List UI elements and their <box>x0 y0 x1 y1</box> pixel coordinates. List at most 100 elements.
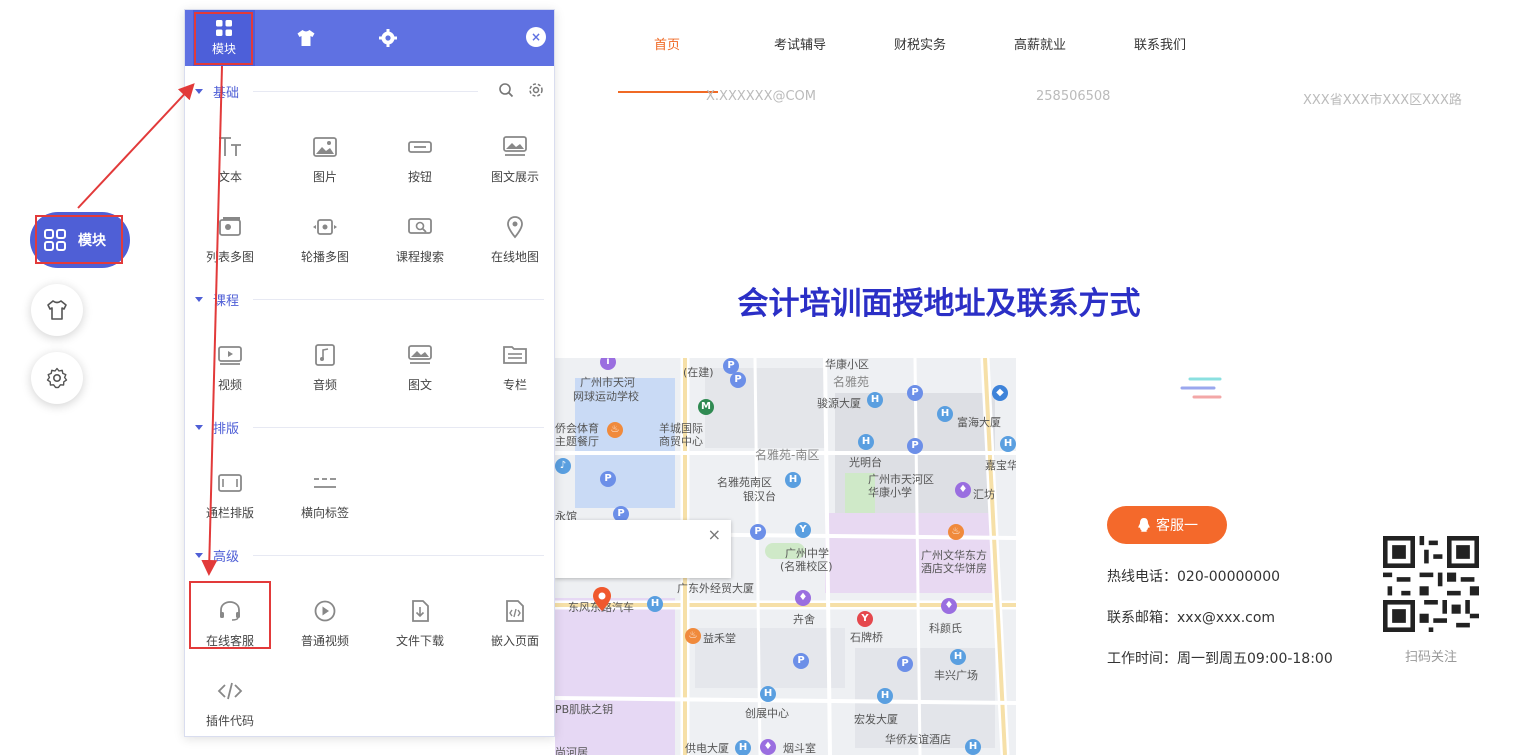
hours-text: 工作时间：周一到周五09:00-18:00 <box>1107 651 1333 667</box>
section-advanced-label: 高级 <box>213 549 240 565</box>
gear-icon[interactable] <box>528 82 544 98</box>
audio-icon <box>315 344 335 366</box>
module-label: 图文展示 <box>490 170 539 184</box>
highlight-box-online-service <box>189 581 271 649</box>
map-label: 商贸中心 <box>659 435 703 448</box>
nav-active-underline <box>618 91 718 93</box>
module-label: 课程搜索 <box>395 250 444 264</box>
module-label: 图文 <box>407 378 432 392</box>
module-label: 列表多图 <box>205 250 254 264</box>
map-marker-icon[interactable] <box>592 586 612 612</box>
module-button[interactable]: 按钮 <box>375 135 465 185</box>
module-online-map[interactable]: 在线地图 <box>470 215 554 265</box>
module-label: 在线地图 <box>490 250 539 264</box>
section-basic-header[interactable]: 基础 <box>195 81 544 101</box>
module-normal-video[interactable]: 普通视频 <box>280 599 370 649</box>
file-download-icon <box>412 600 429 622</box>
map-label: 宏发大厦 <box>854 713 898 726</box>
module-list-images[interactable]: 列表多图 <box>185 215 275 265</box>
module-image-text[interactable]: 图文展示 <box>470 135 554 185</box>
map-label: PB肌肤之钥 <box>555 703 614 716</box>
customer-service-button[interactable]: 客服一 <box>1107 506 1227 544</box>
module-carousel[interactable]: 轮播多图 <box>280 215 370 265</box>
theme-float-button[interactable] <box>31 284 83 336</box>
highlight-box-modules-tab <box>194 12 253 65</box>
map-label: 嘉宝华 <box>985 459 1016 472</box>
nav-item-contact[interactable]: 联系我们 <box>1134 34 1254 53</box>
map-label: 华康小区 <box>825 358 869 371</box>
section-advanced-header[interactable]: 高级 <box>195 545 544 565</box>
section-layout-label: 排版 <box>213 421 240 437</box>
panel-close-button[interactable]: × <box>526 27 546 47</box>
button-icon <box>408 141 432 153</box>
gear-icon <box>46 367 68 389</box>
map-label: 骏源大厦 <box>817 397 861 410</box>
module-graphic[interactable]: 图文 <box>375 343 465 393</box>
nav-item-exam[interactable]: 考试辅导 <box>774 34 894 53</box>
nav-item-home[interactable]: 首页 <box>654 34 774 53</box>
course-search-icon <box>408 218 432 234</box>
module-text[interactable]: 文本 <box>185 135 275 185</box>
map-label: 名雅苑-南区 <box>755 448 820 462</box>
tab-settings[interactable] <box>357 10 419 66</box>
module-label: 横向标签 <box>300 506 349 520</box>
module-column[interactable]: 专栏 <box>470 343 554 393</box>
qr-caption: 扫码关注 <box>1404 650 1457 665</box>
module-label: 按钮 <box>407 170 432 184</box>
section-course-label: 课程 <box>213 293 240 309</box>
tab-theme[interactable] <box>275 10 337 66</box>
graphic-icon <box>408 345 432 364</box>
module-course-search[interactable]: 课程搜索 <box>375 215 465 265</box>
qr-code <box>1383 536 1479 632</box>
map-label: (在建) <box>683 366 714 379</box>
email-text: 联系邮箱：xxx@xxx.com <box>1107 610 1276 626</box>
module-label: 通栏排版 <box>205 506 254 520</box>
gear-icon <box>379 29 397 47</box>
module-horizontal-tabs[interactable]: 横向标签 <box>280 471 370 521</box>
module-label: 插件代码 <box>205 714 254 728</box>
horizontal-tabs-icon <box>314 478 336 488</box>
map-label: 供电大厦 <box>685 742 729 755</box>
nav-item-jobs[interactable]: 高薪就业 <box>1014 34 1134 53</box>
search-icon[interactable] <box>498 82 514 98</box>
map-label: (名雅校区) <box>780 560 833 573</box>
tshirt-icon <box>47 300 67 320</box>
image-icon <box>313 137 337 157</box>
map-label: 石牌桥 <box>850 631 883 644</box>
popup-close-icon[interactable]: × <box>708 525 721 544</box>
list-images-icon <box>219 217 241 236</box>
map-label: 尚河居 <box>555 746 588 755</box>
tshirt-icon <box>297 30 315 46</box>
code-icon <box>217 682 243 700</box>
module-image[interactable]: 图片 <box>280 135 370 185</box>
module-label: 视频 <box>217 378 242 392</box>
map-label: 华康小学 <box>868 486 912 499</box>
carousel-icon <box>313 219 337 235</box>
qq-icon <box>1138 518 1150 532</box>
map-info-popup: × <box>555 520 731 578</box>
contact-strip-address: XXX省XXX市XXX区XXX路 <box>1303 93 1462 108</box>
module-audio[interactable]: 音频 <box>280 343 370 393</box>
module-banner-layout[interactable]: 通栏排版 <box>185 471 275 521</box>
module-label: 专栏 <box>502 378 527 392</box>
play-circle-icon <box>314 600 336 622</box>
highlight-box-module-toggle <box>35 215 123 264</box>
module-label: 文件下载 <box>395 634 444 648</box>
hotline-text: 热线电话：020-00000000 <box>1107 569 1281 585</box>
map-label: 汇坊 <box>973 488 995 501</box>
section-layout-header[interactable]: 排版 <box>195 417 544 437</box>
nav-item-tax[interactable]: 财税实务 <box>894 34 1014 53</box>
module-plugin-code[interactable]: 插件代码 <box>185 679 275 729</box>
map-label: 主题餐厅 <box>555 435 599 448</box>
embed-page-icon <box>506 600 524 622</box>
module-video[interactable]: 视频 <box>185 343 275 393</box>
settings-float-button[interactable] <box>31 352 83 404</box>
module-label: 音频 <box>312 378 337 392</box>
module-label: 普通视频 <box>300 634 349 648</box>
module-file-download[interactable]: 文件下载 <box>375 599 465 649</box>
module-label: 图片 <box>312 170 337 184</box>
module-embed-page[interactable]: 嵌入页面 <box>470 599 554 649</box>
section-course-header[interactable]: 课程 <box>195 289 544 309</box>
module-label: 文本 <box>217 170 242 184</box>
map-label: 卉舍 <box>793 613 815 626</box>
